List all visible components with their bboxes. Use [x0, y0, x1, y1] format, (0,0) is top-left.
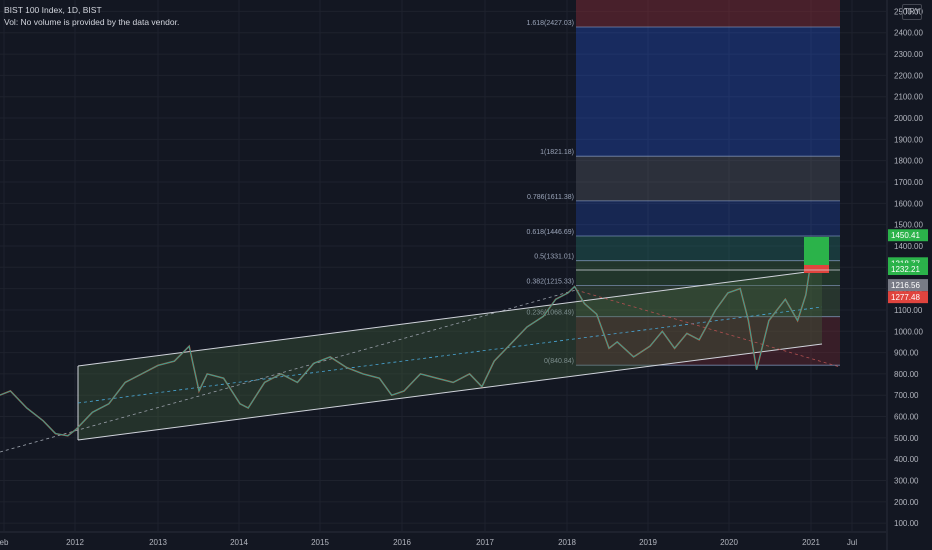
fib-level-label: 0.618(1446.69)	[527, 229, 574, 236]
fib-level-label: 1(1821.18)	[540, 149, 574, 156]
y-tick-label: 700.00	[894, 391, 919, 400]
y-tick-label: 1600.00	[894, 199, 923, 208]
fib-zone-top	[576, 0, 840, 27]
price-label-text: 1277.48	[891, 293, 920, 302]
y-tick-label: 2000.00	[894, 114, 923, 123]
position-stop-zone[interactable]	[804, 265, 829, 273]
y-tick-label: 1400.00	[894, 242, 923, 251]
x-tick-label: eb	[0, 538, 9, 547]
price-label-text: 1216.56	[891, 281, 920, 290]
y-tick-label: 1900.00	[894, 135, 923, 144]
y-tick-label: 900.00	[894, 349, 919, 358]
y-tick-label: 1100.00	[894, 306, 923, 315]
y-tick-label: 600.00	[894, 413, 919, 422]
y-tick-label: 1700.00	[894, 178, 923, 187]
volume-note: Vol: No volume is provided by the data v…	[4, 17, 180, 27]
y-tick-label: 500.00	[894, 434, 919, 443]
y-tick-label: 100.00	[894, 519, 919, 528]
x-tick-label: 2016	[393, 538, 411, 547]
x-tick-label: Jul	[847, 538, 857, 547]
x-tick-label: 2021	[802, 538, 820, 547]
y-tick-label: 1500.00	[894, 221, 923, 230]
fib-level-label: 1.618(2427.03)	[527, 20, 574, 27]
price-axis-labels: 1450.411318.771232.211216.561277.48	[888, 229, 928, 304]
x-tick-label: 2017	[476, 538, 494, 547]
chart-legend: BIST 100 Index, 1D, BIST Vol: No volume …	[4, 4, 179, 28]
y-tick-label: 300.00	[894, 477, 919, 486]
symbol-title[interactable]: BIST 100 Index, 1D, BIST	[4, 4, 179, 16]
price-label-text: 1232.21	[891, 265, 920, 274]
x-tick-label: 2014	[230, 538, 248, 547]
x-tick-label: 2018	[558, 538, 576, 547]
fib-level-label: 0.786(1611.38)	[527, 194, 574, 201]
fib-zone	[576, 200, 840, 237]
x-tick-label: 2020	[720, 538, 738, 547]
price-chart[interactable]: 0(840.84)0.236(1068.49)0.382(1215.33)0.5…	[0, 0, 932, 550]
x-tick-label: 2013	[149, 538, 167, 547]
y-tick-label: 2100.00	[894, 93, 923, 102]
position-target-zone[interactable]	[804, 237, 829, 265]
x-tick-label: 2012	[66, 538, 84, 547]
fib-zone	[576, 26, 840, 157]
price-label-text: 1450.41	[891, 231, 920, 240]
y-tick-label: 1800.00	[894, 157, 923, 166]
currency-button[interactable]: TRY	[902, 4, 922, 20]
y-tick-label: 2200.00	[894, 71, 923, 80]
y-tick-label: 1000.00	[894, 327, 923, 336]
fib-zone	[576, 236, 840, 261]
y-tick-label: 2300.00	[894, 50, 923, 59]
y-tick-label: 800.00	[894, 370, 919, 379]
fib-level-label: 0.5(1331.01)	[534, 254, 574, 261]
y-tick-label: 200.00	[894, 498, 919, 507]
x-tick-label: 2019	[639, 538, 657, 547]
fib-zone	[576, 156, 840, 201]
y-tick-label: 400.00	[894, 455, 919, 464]
y-tick-label: 2400.00	[894, 29, 923, 38]
x-tick-label: 2015	[311, 538, 329, 547]
fib-level-label: 0.382(1215.33)	[527, 278, 574, 285]
